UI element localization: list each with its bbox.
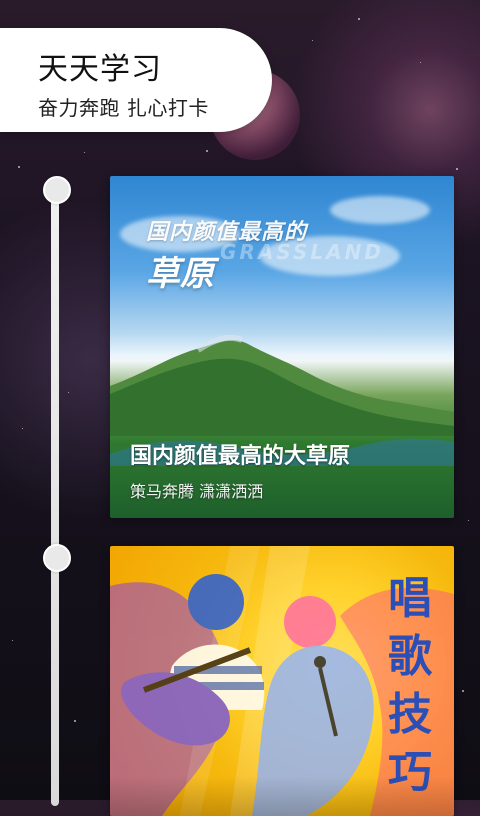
poster-title-big: 草原 — [146, 254, 214, 294]
content-card-singing[interactable]: 唱 歌 技 巧 — [110, 546, 454, 816]
page-subtitle: 奋力奔跑 扎心打卡 — [38, 96, 209, 120]
poster-watermark: GRASSLAND — [220, 240, 384, 264]
vertical-title-char: 唱 — [388, 573, 432, 624]
mountains-illustration — [110, 334, 454, 436]
timeline-marker-icon — [43, 544, 71, 572]
vertical-title-char: 歌 — [388, 631, 432, 682]
timeline-marker-icon — [43, 176, 71, 204]
timeline-line — [51, 186, 59, 806]
page-title: 天天学习 — [38, 52, 162, 87]
content-card-grassland[interactable]: 国内颜值最高的 GRASSLAND 草原 国内颜值最高的大草原 策马奔腾 潇潇洒… — [110, 176, 454, 518]
vertical-title-char: 技 — [388, 689, 432, 740]
card-title: 国内颜值最高的大草原 — [130, 444, 351, 469]
card-subtitle: 策马奔腾 潇潇洒洒 — [130, 482, 264, 501]
header-card: 天天学习 奋力奔跑 扎心打卡 — [0, 28, 272, 132]
vertical-title: 唱 歌 技 巧 — [380, 570, 440, 802]
bottom-fade — [110, 776, 454, 816]
